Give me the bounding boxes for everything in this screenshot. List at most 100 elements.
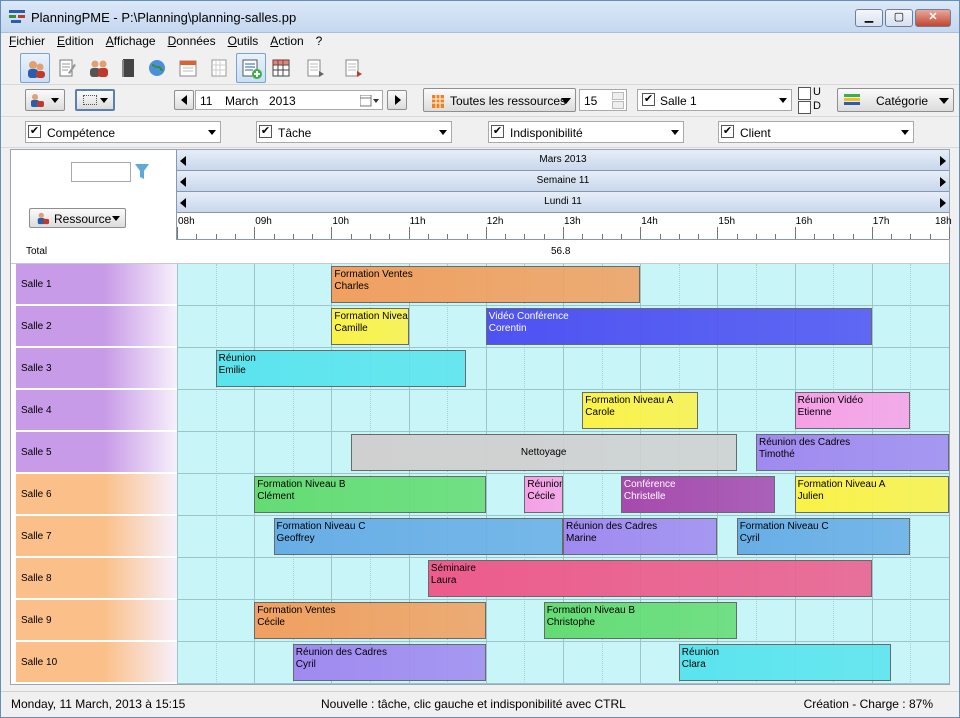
- next-date-button[interactable]: [387, 90, 407, 110]
- spin-down-icon[interactable]: [612, 101, 624, 109]
- resource-filter-label: Toutes les ressources: [450, 94, 567, 108]
- resource-row-label[interactable]: Salle 6: [16, 474, 177, 515]
- globe-button[interactable]: [142, 53, 172, 83]
- hour-tick: [833, 234, 835, 239]
- spin-up-icon[interactable]: [612, 92, 624, 100]
- resource-row-label[interactable]: Salle 8: [16, 558, 177, 599]
- resource-row-label[interactable]: Salle 7: [16, 516, 177, 557]
- room-checkbox[interactable]: ✔: [642, 93, 655, 106]
- task-block[interactable]: Réunion Clara: [678, 644, 892, 681]
- task-block[interactable]: Réunion des Cadres Cyril: [292, 644, 486, 681]
- task-block[interactable]: Conférence Christelle: [620, 476, 776, 513]
- list-export-button[interactable]: [301, 53, 331, 83]
- count-spinner[interactable]: 15: [579, 89, 627, 111]
- resource-search-input[interactable]: [71, 162, 131, 182]
- task-block[interactable]: Réunion des CadresCécile: [524, 476, 563, 513]
- task-block[interactable]: Formation Niveau ACamille: [331, 308, 409, 345]
- hour-tick: [273, 234, 275, 239]
- task-block[interactable]: Réunion Vidéo Etienne: [794, 392, 911, 429]
- prev-date-button[interactable]: [174, 90, 194, 110]
- resource-button[interactable]: Ressource: [29, 208, 126, 228]
- resource-filter-dropdown[interactable]: Toutes les ressources: [423, 88, 576, 112]
- calendar-button[interactable]: [173, 53, 203, 83]
- task-block[interactable]: Réunion des Cadres Marine: [563, 518, 718, 555]
- u-checkbox[interactable]: [798, 87, 811, 100]
- date-day[interactable]: 11: [200, 94, 212, 108]
- filter-icon[interactable]: [135, 164, 149, 180]
- prev-week-arrow-icon[interactable]: [180, 177, 186, 187]
- next-week-arrow-icon[interactable]: [940, 177, 946, 187]
- task-block[interactable]: Réunion des Cadres Timothé: [756, 434, 949, 471]
- resource-type-dropdown[interactable]: [25, 89, 65, 111]
- chevron-down-icon: [779, 98, 787, 103]
- task-block[interactable]: Formation Niveau C Cyril: [736, 518, 911, 555]
- date-month[interactable]: March: [225, 94, 258, 108]
- tache-select[interactable]: ✔ Tâche: [256, 121, 452, 143]
- prev-month-arrow-icon[interactable]: [180, 156, 186, 166]
- menu-action[interactable]: Action: [264, 33, 309, 49]
- date-picker[interactable]: 11 March 2013: [195, 90, 383, 110]
- resource-row-label[interactable]: Salle 1: [16, 264, 177, 305]
- prev-day-arrow-icon[interactable]: [180, 198, 186, 208]
- resource-row-label[interactable]: Salle 2: [16, 306, 177, 347]
- task-block[interactable]: Séminaire Laura: [427, 560, 872, 597]
- client-checkbox[interactable]: ✔: [721, 125, 734, 138]
- book-button[interactable]: [113, 53, 143, 83]
- resources-view-button[interactable]: [20, 53, 50, 83]
- category-dropdown[interactable]: Catégorie: [837, 88, 954, 112]
- task-block[interactable]: Nettoyage: [350, 434, 737, 471]
- resource-row-label[interactable]: Salle 4: [16, 390, 177, 431]
- close-button[interactable]: ✕: [915, 9, 951, 27]
- resource-row-label[interactable]: Salle 10: [16, 642, 177, 683]
- list-export-icon: [307, 59, 324, 77]
- hour-tick: [543, 234, 545, 239]
- task-block[interactable]: Formation Niveau C Geoffrey: [273, 518, 563, 555]
- task-block[interactable]: Formation Ventes Charles: [331, 266, 641, 303]
- hour-tick: [370, 234, 371, 239]
- client-select[interactable]: ✔ Client: [718, 121, 914, 143]
- task-block[interactable]: Formation Niveau B Clément: [254, 476, 486, 513]
- tache-checkbox[interactable]: ✔: [259, 125, 272, 138]
- task-block[interactable]: Vidéo Conférence Corentin: [485, 308, 872, 345]
- room-select[interactable]: ✔ Salle 1: [637, 89, 792, 111]
- next-month-arrow-icon[interactable]: [940, 156, 946, 166]
- resource-row-label[interactable]: Salle 5: [16, 432, 177, 473]
- competence-select[interactable]: ✔ Compétence: [25, 121, 221, 143]
- schedule-area[interactable]: Formation VentesCharles Formation Niveau …: [177, 264, 949, 684]
- resource-row-label[interactable]: Salle 9: [16, 600, 177, 641]
- resource-row-label[interactable]: Salle 3: [16, 348, 177, 389]
- task-person: Charles: [334, 281, 369, 292]
- window-title: PlanningPME - P:\Planning\planning-salle…: [31, 10, 297, 25]
- task-view-button[interactable]: [52, 53, 82, 83]
- task-block[interactable]: Formation Niveau A Carole: [582, 392, 699, 429]
- indisponibilite-checkbox[interactable]: ✔: [491, 125, 504, 138]
- task-title: Réunion des Cadres: [527, 479, 563, 490]
- menu-outils[interactable]: Outils: [222, 33, 265, 49]
- task-block[interactable]: Formation Ventes Cécile: [254, 602, 486, 639]
- task-block[interactable]: Formation Niveau A Julien: [794, 476, 949, 513]
- task-block[interactable]: Réunion Emilie: [215, 350, 467, 387]
- count-value[interactable]: 15: [584, 94, 597, 108]
- menu-fichier[interactable]: Fichier: [1, 33, 51, 49]
- grid-line: [177, 515, 949, 516]
- minimize-button[interactable]: ▁: [855, 9, 883, 27]
- date-year[interactable]: 2013: [269, 94, 296, 108]
- month-view-button[interactable]: [204, 53, 234, 83]
- next-day-arrow-icon[interactable]: [940, 198, 946, 208]
- calendar-dropdown-icon[interactable]: [360, 95, 380, 107]
- view-mode-dropdown[interactable]: [75, 89, 115, 111]
- table-button[interactable]: [266, 53, 296, 83]
- competence-checkbox[interactable]: ✔: [28, 125, 41, 138]
- add-task-button[interactable]: [236, 53, 266, 83]
- menu-donnees[interactable]: Données: [162, 33, 222, 49]
- maximize-button[interactable]: ▢: [885, 9, 913, 27]
- d-checkbox[interactable]: [798, 101, 811, 114]
- menu-help[interactable]: ?: [310, 33, 329, 49]
- status-datetime: Monday, 11 March, 2013 à 15:15: [11, 697, 186, 711]
- menu-edition[interactable]: Edition: [51, 33, 100, 49]
- users-button[interactable]: [84, 53, 114, 83]
- menu-affichage[interactable]: Affichage: [100, 33, 162, 49]
- list-print-button[interactable]: [339, 53, 369, 83]
- task-block[interactable]: Formation Niveau B Christophe: [543, 602, 737, 639]
- indisponibilite-select[interactable]: ✔ Indisponibilité: [488, 121, 684, 143]
